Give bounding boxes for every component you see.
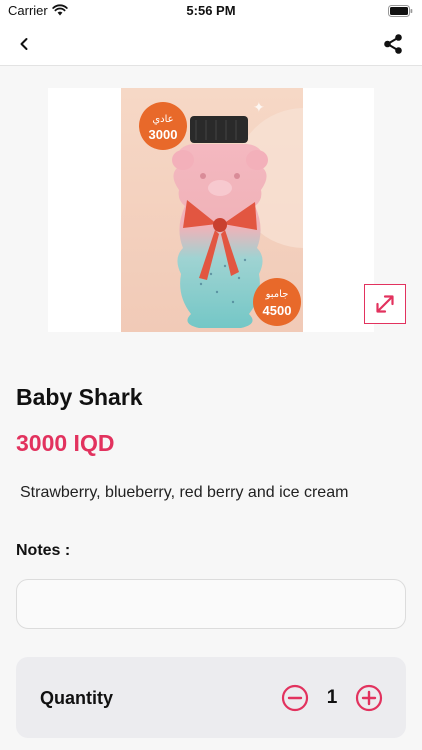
badge-jumbo-price: 4500	[263, 303, 292, 318]
product-price: 3000 IQD	[16, 430, 115, 456]
badge-regular-label: عادي	[152, 114, 173, 125]
decrement-button[interactable]	[281, 684, 309, 712]
share-icon	[384, 34, 402, 54]
share-button[interactable]	[380, 31, 406, 57]
product-name: Baby Shark	[16, 384, 143, 410]
quantity-label: Quantity	[40, 688, 114, 708]
notes-input[interactable]	[16, 579, 406, 629]
badge-regular-price: 3000	[149, 127, 178, 142]
back-button[interactable]	[12, 32, 36, 56]
chevron-left-icon	[20, 38, 28, 50]
expand-image-button[interactable]	[364, 284, 406, 324]
svg-text:✦: ✦	[253, 100, 265, 116]
quantity-value: 1	[326, 687, 338, 708]
increment-button[interactable]	[355, 684, 383, 712]
badge-jumbo-label: جامبو	[265, 289, 289, 300]
status-time: 5:56 PM	[186, 3, 236, 18]
battery-icon	[388, 5, 413, 17]
product-photo: ✦ عادي 3000 جامبو 4500	[121, 88, 303, 332]
product-description: Strawberry, blueberry, red berry and ice…	[20, 484, 349, 501]
quantity-card: Quantity 1	[16, 657, 406, 738]
status-bar: Carrier 5:56 PM	[0, 0, 422, 22]
expand-arrows-icon	[376, 295, 394, 313]
nav-bar	[0, 22, 422, 66]
notes-label: Notes :	[16, 542, 71, 559]
product-image[interactable]: ✦ عادي 3000 جامبو 4500	[48, 88, 374, 332]
